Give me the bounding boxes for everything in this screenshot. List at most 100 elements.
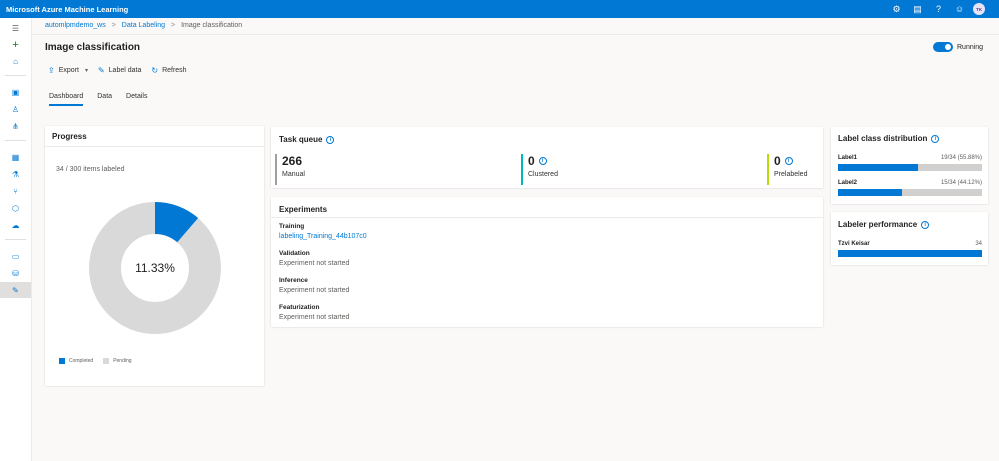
refresh-icon: ↻ xyxy=(151,66,159,75)
label-bar-track xyxy=(838,189,982,196)
label-bar-fill xyxy=(838,164,919,171)
tab-data[interactable]: Data xyxy=(97,93,112,106)
labeler-performance-title: Labeler performance xyxy=(838,220,918,229)
clustered-count-row: 0 i xyxy=(528,154,761,168)
gear-icon[interactable]: ⚙ xyxy=(886,0,907,18)
training-heading: Training xyxy=(279,223,305,230)
breadcrumb-divider xyxy=(32,34,999,35)
home-icon[interactable]: ⌂ xyxy=(0,53,31,69)
legend-completed-label: Completed xyxy=(69,358,94,364)
validation-heading: Validation xyxy=(279,250,310,257)
datastores-icon[interactable]: ⛁ xyxy=(0,265,31,281)
export-icon: ⇪ xyxy=(48,66,55,75)
label-bar-row: Label1 19/34 (55.88%) xyxy=(838,155,982,171)
breadcrumb: automlpmdemo_ws > Data Labeling > Image … xyxy=(45,22,242,29)
status-toggle[interactable]: Running xyxy=(933,42,983,52)
prelabeled-count-row: 0 i xyxy=(774,154,821,168)
items-labeled-text: 34 / 300 items labeled xyxy=(56,166,125,173)
models-icon[interactable]: ⬡ xyxy=(0,200,31,216)
endpoints-icon[interactable]: ☁ xyxy=(0,217,31,233)
left-nav-rail: ☰ + ⌂ ▣ ♙ ⋔ ▦ ⚗ ⑂ ⬡ ☁ ▭ ⛁ ✎ xyxy=(0,18,32,461)
tab-dashboard[interactable]: Dashboard xyxy=(49,93,84,106)
data-labeling-icon[interactable]: ✎ xyxy=(0,282,31,298)
task-queue-title-row: Task queue i xyxy=(279,135,335,144)
experiments-card: Experiments Training labeling_Training_4… xyxy=(271,197,823,327)
task-queue-clustered: 0 i Clustered xyxy=(521,154,761,185)
labeler-performance-card: Labeler performance i Tzvi Keisar 34 xyxy=(831,212,988,265)
label-count: 19/34 (55.88%) xyxy=(940,155,982,161)
info-icon[interactable]: i xyxy=(921,220,930,229)
labeler-bar-fill xyxy=(838,250,982,257)
page-title: Image classification xyxy=(45,42,141,53)
notebook-icon[interactable]: ▣ xyxy=(0,84,31,100)
legend-pending-label: Pending xyxy=(113,358,132,364)
progress-title: Progress xyxy=(52,132,87,141)
breadcrumb-data-labeling[interactable]: Data Labeling xyxy=(122,22,165,29)
task-queue-card: Task queue i 266 Manual 0 i Clustered 0 … xyxy=(271,127,823,188)
labeler-bar-row: Tzvi Keisar 34 xyxy=(838,241,982,257)
header-icons: ⚙ ▤ ? ☺ TK xyxy=(886,0,999,18)
breadcrumb-workspace[interactable]: automlpmdemo_ws xyxy=(45,22,106,29)
chevron-right-icon: > xyxy=(111,22,116,29)
inference-heading: Inference xyxy=(279,277,308,284)
app-title[interactable]: Microsoft Azure Machine Learning xyxy=(0,5,128,14)
label-distribution-title-row: Label class distribution i xyxy=(838,134,940,143)
compute-icon[interactable]: ▭ xyxy=(0,248,31,264)
label-bar-track xyxy=(838,164,982,171)
refresh-button[interactable]: ↻ Refresh xyxy=(151,66,186,75)
training-run-link[interactable]: labeling_Training_44b107c0 xyxy=(279,233,367,240)
edit-icon: ✎ xyxy=(97,66,105,75)
datasets-icon[interactable]: ▦ xyxy=(0,149,31,165)
progress-legend: Completed Pending xyxy=(59,358,132,364)
prelabeled-label: Prelabeled xyxy=(774,171,808,178)
help-icon[interactable]: ? xyxy=(928,0,949,18)
tab-bar: Dashboard Data Details xyxy=(49,93,147,106)
manual-count: 266 xyxy=(282,154,303,168)
legend-swatch-pending xyxy=(103,358,110,364)
task-queue-title: Task queue xyxy=(279,135,323,144)
smiley-icon[interactable]: ☺ xyxy=(949,0,970,18)
label-data-label: Label data xyxy=(108,67,142,74)
hamburger-icon[interactable]: ☰ xyxy=(0,20,31,36)
tab-details[interactable]: Details xyxy=(126,93,147,106)
toggle-switch[interactable] xyxy=(933,42,953,52)
label-bar-fill xyxy=(838,189,902,196)
experiment-training: Training labeling_Training_44b107c0 xyxy=(279,223,367,240)
label-name: Label1 xyxy=(838,155,858,161)
experiments-icon[interactable]: ⚗ xyxy=(0,166,31,182)
feedback-icon[interactable]: ▤ xyxy=(907,0,928,18)
legend-swatch-completed xyxy=(59,358,65,364)
avatar[interactable]: TK xyxy=(973,3,985,15)
designer-icon[interactable]: ⋔ xyxy=(0,118,31,134)
labeler-performance-title-row: Labeler performance i xyxy=(838,220,930,229)
refresh-label: Refresh xyxy=(162,67,187,74)
labeler-count: 34 xyxy=(975,241,982,247)
experiment-inference: Inference Experiment not started xyxy=(279,277,349,294)
task-queue-manual: 266 Manual xyxy=(275,154,515,185)
status-label: Running xyxy=(957,43,984,51)
label-data-button[interactable]: ✎ Label data xyxy=(98,66,141,75)
label-bar-row: Label2 15/34 (44.12%) xyxy=(838,180,982,196)
label-name: Label2 xyxy=(838,180,858,186)
info-icon[interactable]: i xyxy=(538,157,547,165)
chevron-right-icon: > xyxy=(171,22,176,29)
automl-icon[interactable]: ♙ xyxy=(0,101,31,117)
export-button[interactable]: ⇪ Export ▾ xyxy=(48,66,88,75)
plus-icon[interactable]: + xyxy=(0,37,31,53)
label-count: 15/34 (44.12%) xyxy=(940,180,982,186)
featurization-status: Experiment not started xyxy=(279,314,350,321)
info-icon[interactable]: i xyxy=(784,157,793,165)
toolbar: ⇪ Export ▾ ✎ Label data ↻ Refresh xyxy=(48,66,197,75)
rail-divider xyxy=(5,140,26,141)
rail-divider xyxy=(5,75,26,76)
info-icon[interactable]: i xyxy=(931,134,940,143)
labeler-bar-track xyxy=(838,250,982,257)
breadcrumb-current: Image classification xyxy=(181,22,243,29)
info-icon[interactable]: i xyxy=(326,135,335,144)
progress-donut-chart: 11.33% xyxy=(89,202,221,334)
label-distribution-card: Label class distribution i Label1 19/34 … xyxy=(831,127,988,204)
chevron-down-icon: ▾ xyxy=(84,68,88,74)
donut-completed-slice xyxy=(154,202,199,243)
task-queue-prelabeled: 0 i Prelabeled xyxy=(767,154,821,185)
pipelines-icon[interactable]: ⑂ xyxy=(0,183,31,199)
